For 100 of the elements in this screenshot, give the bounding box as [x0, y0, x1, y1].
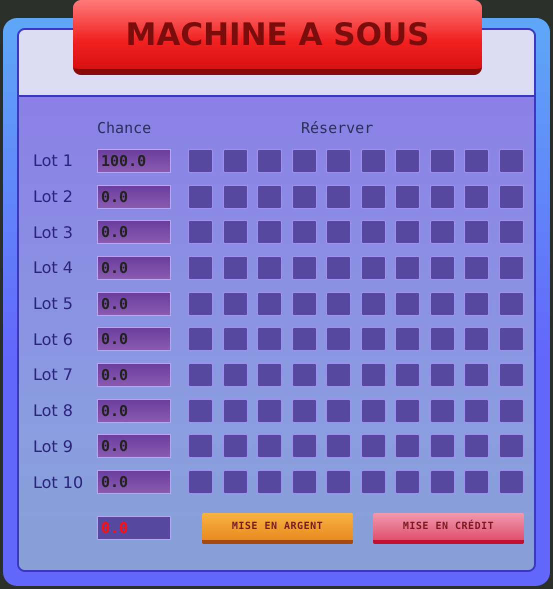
item-slot[interactable] [430, 220, 454, 244]
item-slot[interactable] [498, 184, 524, 209]
bet-button[interactable]: MISE EN ARGENT [202, 512, 353, 544]
item-slot[interactable] [326, 256, 351, 280]
chance-field[interactable]: 0.0 [97, 184, 171, 209]
item-slot[interactable] [257, 470, 282, 494]
item-slot[interactable] [430, 362, 454, 387]
item-slot[interactable] [464, 362, 489, 387]
item-slot[interactable] [257, 292, 282, 316]
item-slot[interactable] [430, 256, 454, 280]
item-slot[interactable] [430, 184, 454, 209]
item-slot[interactable] [188, 256, 213, 280]
item-slot[interactable] [257, 398, 282, 423]
item-slot[interactable] [498, 398, 524, 423]
item-slot[interactable] [188, 434, 213, 458]
item-slot[interactable] [464, 470, 489, 494]
item-slot[interactable] [395, 434, 420, 458]
item-slot[interactable] [395, 292, 420, 316]
chance-field[interactable]: 0.0 [97, 398, 171, 423]
item-slot[interactable] [326, 220, 351, 244]
item-slot[interactable] [395, 184, 420, 209]
item-slot[interactable] [292, 470, 316, 494]
item-slot[interactable] [257, 184, 282, 209]
item-slot[interactable] [222, 220, 248, 244]
item-slot[interactable] [395, 398, 420, 423]
item-slot[interactable] [326, 398, 351, 423]
item-slot[interactable] [430, 470, 454, 494]
item-slot[interactable] [222, 470, 248, 494]
item-slot[interactable] [498, 434, 524, 458]
item-slot[interactable] [326, 362, 351, 387]
item-slot[interactable] [257, 256, 282, 280]
item-slot[interactable] [360, 398, 386, 423]
item-slot[interactable] [292, 434, 316, 458]
item-slot[interactable] [222, 184, 248, 209]
item-slot[interactable] [292, 362, 316, 387]
item-slot[interactable] [222, 327, 248, 352]
item-slot[interactable] [292, 220, 316, 244]
item-slot[interactable] [464, 292, 489, 316]
item-slot[interactable] [360, 470, 386, 494]
item-slot[interactable] [326, 184, 351, 209]
chance-field[interactable]: 0.0 [97, 220, 171, 244]
item-slot[interactable] [498, 256, 524, 280]
item-slot[interactable] [326, 470, 351, 494]
item-slot[interactable] [360, 434, 386, 458]
item-slot[interactable] [188, 470, 213, 494]
item-slot[interactable] [464, 256, 489, 280]
item-slot[interactable] [292, 327, 316, 352]
item-slot[interactable] [188, 148, 213, 173]
item-slot[interactable] [222, 148, 248, 173]
item-slot[interactable] [498, 470, 524, 494]
item-slot[interactable] [430, 148, 454, 173]
item-slot[interactable] [498, 148, 524, 173]
chance-field[interactable]: 0.0 [97, 256, 171, 280]
item-slot[interactable] [395, 220, 420, 244]
chance-field[interactable]: 0.0 [97, 470, 171, 494]
item-slot[interactable] [292, 292, 316, 316]
item-slot[interactable] [222, 362, 248, 387]
chance-field[interactable]: 0.0 [97, 434, 171, 458]
bet-button[interactable]: MISE EN CRÉDIT [373, 512, 524, 544]
item-slot[interactable] [395, 148, 420, 173]
item-slot[interactable] [464, 148, 489, 173]
item-slot[interactable] [430, 292, 454, 316]
item-slot[interactable] [464, 327, 489, 352]
item-slot[interactable] [222, 256, 248, 280]
chance-field[interactable]: 0.0 [97, 327, 171, 352]
item-slot[interactable] [498, 292, 524, 316]
item-slot[interactable] [222, 398, 248, 423]
item-slot[interactable] [498, 327, 524, 352]
item-slot[interactable] [292, 256, 316, 280]
item-slot[interactable] [292, 398, 316, 423]
item-slot[interactable] [464, 398, 489, 423]
item-slot[interactable] [188, 292, 213, 316]
item-slot[interactable] [498, 362, 524, 387]
item-slot[interactable] [430, 398, 454, 423]
item-slot[interactable] [188, 184, 213, 209]
item-slot[interactable] [326, 327, 351, 352]
item-slot[interactable] [395, 362, 420, 387]
item-slot[interactable] [360, 256, 386, 280]
item-slot[interactable] [395, 256, 420, 280]
item-slot[interactable] [498, 220, 524, 244]
item-slot[interactable] [257, 220, 282, 244]
item-slot[interactable] [326, 434, 351, 458]
item-slot[interactable] [257, 327, 282, 352]
item-slot[interactable] [257, 148, 282, 173]
item-slot[interactable] [430, 327, 454, 352]
item-slot[interactable] [292, 148, 316, 173]
item-slot[interactable] [430, 434, 454, 458]
item-slot[interactable] [360, 292, 386, 316]
item-slot[interactable] [360, 327, 386, 352]
item-slot[interactable] [360, 184, 386, 209]
item-slot[interactable] [326, 292, 351, 316]
chance-field[interactable]: 0.0 [97, 362, 171, 387]
item-slot[interactable] [395, 327, 420, 352]
item-slot[interactable] [395, 470, 420, 494]
item-slot[interactable] [188, 398, 213, 423]
item-slot[interactable] [257, 434, 282, 458]
item-slot[interactable] [464, 434, 489, 458]
item-slot[interactable] [360, 220, 386, 244]
item-slot[interactable] [292, 184, 316, 209]
item-slot[interactable] [222, 434, 248, 458]
